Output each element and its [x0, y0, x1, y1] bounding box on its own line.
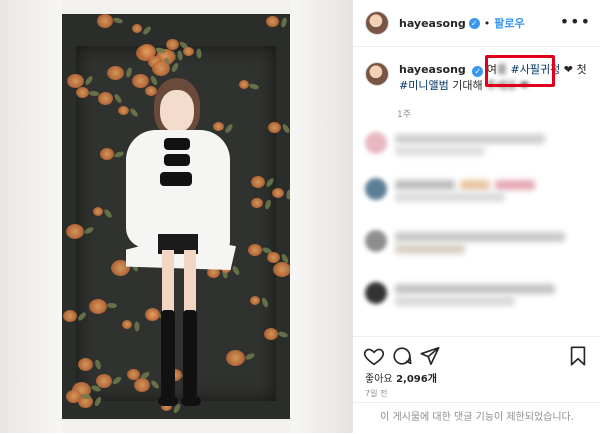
post-side-panel: hayeasong ✓ • 팔로우 ••• hayeasong ✓ 여름 #사필…: [352, 0, 600, 433]
rose-motif: [76, 87, 89, 98]
rose-motif: [66, 390, 81, 403]
leaf-motif: [112, 16, 124, 25]
rose-motif: [96, 374, 112, 388]
rose-motif: [132, 24, 142, 33]
comment-icon[interactable]: [391, 345, 413, 367]
comment-blurred-text: [395, 296, 515, 306]
rose-motif: [67, 74, 84, 88]
comment-blurred-text: [395, 232, 565, 242]
like-count[interactable]: 좋아요 2,096개: [365, 370, 437, 385]
leaf-motif: [285, 189, 290, 200]
caption-text-part: 첫: [576, 63, 587, 76]
rose-motif: [266, 16, 279, 27]
black-heart-icon: ❤: [563, 63, 573, 76]
rose-motif: [98, 92, 113, 105]
person-face: [160, 90, 194, 132]
comment-row: [365, 226, 595, 258]
bookmark-icon[interactable]: [567, 345, 589, 367]
person-sock: [183, 310, 197, 398]
post-actions-bar: [353, 336, 600, 373]
verified-badge-icon: ✓: [468, 17, 480, 29]
comment-blurred-text: [395, 284, 555, 294]
comment-row: [365, 128, 595, 160]
rose-motif: [267, 252, 280, 263]
person-shoe: [181, 396, 201, 406]
follow-button[interactable]: 팔로우: [494, 15, 524, 31]
rose-motif: [66, 224, 84, 239]
header-username[interactable]: hayeasong: [399, 17, 466, 30]
rose-motif: [166, 39, 179, 50]
rose-motif: [152, 61, 170, 76]
rose-motif: [264, 328, 278, 340]
hashtag-link[interactable]: #미니앨범: [399, 79, 449, 92]
rose-motif: [89, 299, 107, 314]
person-sock: [161, 310, 175, 398]
leaf-motif: [280, 17, 288, 28]
dress-bow: [164, 154, 190, 166]
photo-wall-left: [0, 0, 62, 433]
comment-blurred-text: [395, 192, 505, 202]
caption-text-part: 기대해: [452, 79, 483, 92]
more-options-icon[interactable]: •••: [560, 12, 591, 31]
comment-row: [365, 174, 595, 206]
heart-icon[interactable]: [363, 345, 385, 367]
post-timestamp: 7일 전: [365, 389, 388, 398]
share-icon[interactable]: [419, 345, 441, 367]
avatar[interactable]: [365, 178, 387, 200]
post-caption: hayeasong ✓ 여름 #사필귀정 ❤ 첫 #미니앨범 기대해 주세요 ❤: [365, 62, 595, 94]
rose-motif: [97, 14, 113, 28]
rose-motif: [78, 358, 93, 371]
avatar[interactable]: [365, 282, 387, 304]
highlight-box: [485, 55, 555, 87]
comments-disabled-notice: 이 게시물에 대한 댓글 기능이 제한되었습니다.: [353, 402, 600, 434]
comment-blurred-text: [395, 244, 465, 254]
comment-blurred-text: [395, 180, 455, 190]
comment-blurred-text: [460, 180, 490, 190]
rose-motif: [183, 47, 194, 56]
avatar[interactable]: [365, 230, 387, 252]
post-header: hayeasong ✓ • 팔로우 •••: [353, 0, 600, 47]
instagram-post: hayeasong ✓ • 팔로우 ••• hayeasong ✓ 여름 #사필…: [0, 0, 600, 433]
rose-motif: [250, 296, 260, 305]
rose-motif: [93, 207, 103, 216]
caption-username[interactable]: hayeasong: [399, 63, 466, 76]
photo-person: [118, 78, 238, 418]
leaf-motif: [281, 122, 290, 135]
dress-bow: [164, 138, 190, 150]
comment-blurred-text: [495, 180, 535, 190]
rose-motif: [251, 198, 263, 208]
header-separator: •: [483, 16, 491, 30]
rose-motif: [268, 122, 281, 133]
caption-timestamp: 1주: [397, 110, 412, 120]
rose-motif: [251, 176, 265, 188]
avatar[interactable]: [365, 11, 389, 35]
leaf-motif: [196, 48, 202, 59]
post-photo[interactable]: [0, 0, 352, 433]
comment-row: [365, 278, 595, 310]
rose-motif: [248, 244, 262, 256]
rose-motif: [273, 262, 290, 277]
like-count-value: 2,096개: [396, 374, 437, 385]
leaf-motif: [141, 25, 153, 36]
comment-blurred-text: [395, 134, 545, 144]
like-label: 좋아요: [365, 374, 393, 385]
dress-bow: [160, 172, 192, 186]
rose-motif: [138, 44, 156, 59]
avatar[interactable]: [365, 62, 389, 86]
comment-blurred-text: [395, 146, 485, 156]
rose-motif: [63, 310, 77, 322]
photo-wall-right: [290, 0, 352, 433]
leaf-motif: [277, 330, 289, 339]
rose-motif: [272, 188, 284, 198]
verified-badge-icon: ✓: [472, 66, 484, 77]
rose-motif: [100, 148, 114, 160]
rose-motif: [239, 80, 249, 89]
person-shoe: [158, 396, 178, 406]
avatar[interactable]: [365, 132, 387, 154]
